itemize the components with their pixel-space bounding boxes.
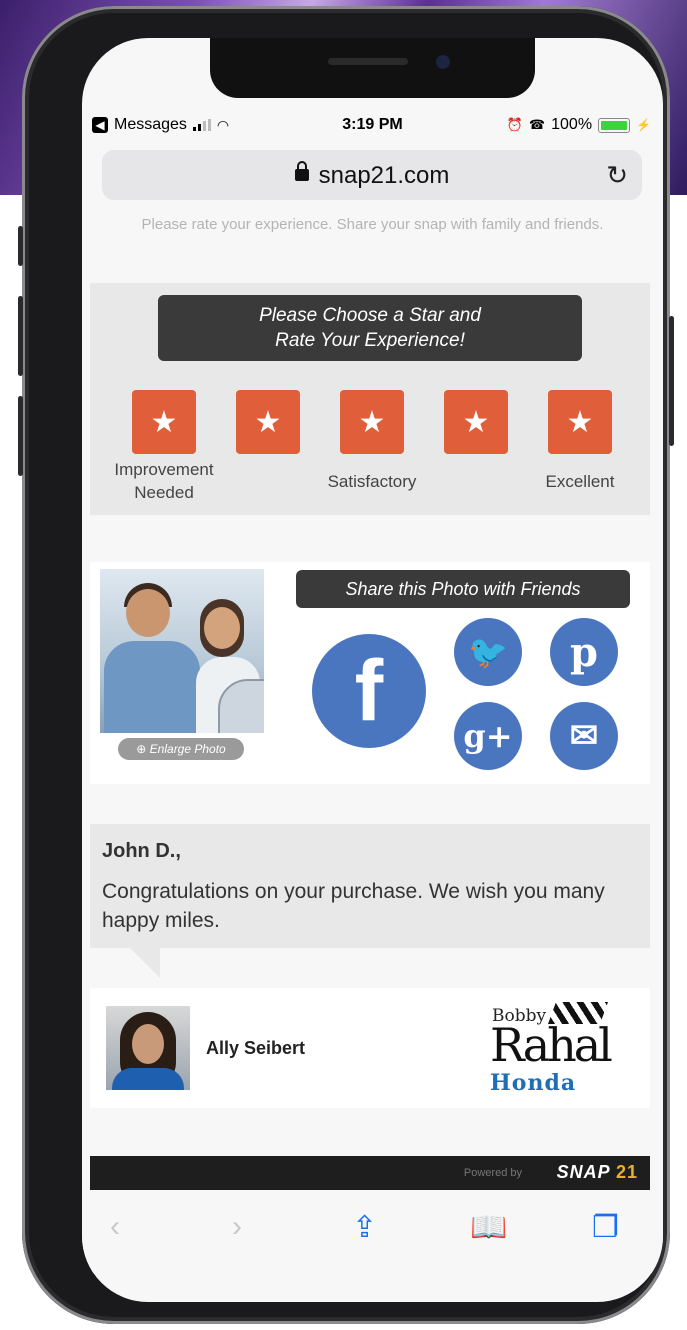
customer-photo[interactable]: [100, 569, 264, 733]
page-tagline: Please rate your experience. Share your …: [141, 216, 604, 233]
enlarge-photo-label: Enlarge Photo: [149, 742, 226, 756]
powered-by-bar: Powered by SNAP 21: [90, 1156, 650, 1190]
star-button-3[interactable]: ★: [340, 390, 404, 454]
agent-avatar: [106, 1006, 190, 1090]
email-icon[interactable]: ✉: [550, 702, 618, 770]
address-bar[interactable]: snap21.com ↻: [102, 150, 642, 200]
phone-frame: ◀ Messages ◠ 3:19 PM ⏰ ☎ 100% ⚡ snap21.c…: [18, 6, 674, 1324]
share-heading: Share this Photo with Friends: [296, 570, 630, 608]
tabs-icon[interactable]: ❐: [592, 1210, 619, 1245]
tty-icon: ☎: [528, 117, 546, 132]
power-button: [669, 316, 674, 446]
star-icon: ★: [254, 405, 282, 439]
photo-figure: [104, 641, 200, 733]
dealer-logo-line2: Rahal: [490, 1018, 613, 1072]
bookmarks-icon[interactable]: 📖: [470, 1210, 507, 1245]
agent-name: Ally Seibert: [206, 1038, 306, 1058]
avatar-shirt: [112, 1068, 184, 1090]
pinterest-icon[interactable]: p: [550, 618, 618, 686]
twitter-icon[interactable]: 🐦: [454, 618, 522, 686]
rating-panel: Please Choose a Star and Rate Your Exper…: [90, 283, 650, 515]
notch: [210, 38, 535, 98]
enlarge-photo-button[interactable]: ⊕ Enlarge Photo: [118, 738, 244, 760]
photo-figure: [126, 589, 170, 637]
safari-toolbar: ‹ › ⇪ 📖 ❐: [82, 1194, 663, 1274]
status-right: ⏰ ☎ 100% ⚡: [507, 116, 651, 134]
forward-chevron-icon[interactable]: ›: [232, 1210, 242, 1244]
star-icon: ★: [358, 405, 386, 439]
powered-by-label: Powered by: [463, 1167, 522, 1179]
back-chevron-icon[interactable]: ‹: [110, 1210, 120, 1244]
front-camera: [436, 55, 450, 69]
reload-icon[interactable]: ↻: [606, 160, 628, 191]
status-bar: ◀ Messages ◠ 3:19 PM ⏰ ☎ 100% ⚡: [82, 112, 663, 142]
facebook-icon[interactable]: f: [312, 634, 426, 748]
url-display[interactable]: snap21.com: [102, 160, 642, 190]
dealer-logo-line3: Honda: [490, 1070, 577, 1096]
snap21-logo[interactable]: SNAP 21: [557, 1162, 638, 1183]
charging-icon: ⚡: [636, 118, 651, 132]
share-panel: ⊕ Enlarge Photo Share this Photo with Fr…: [90, 562, 650, 784]
rating-heading: Please Choose a Star and Rate Your Exper…: [158, 295, 582, 361]
star-button-2[interactable]: ★: [236, 390, 300, 454]
lock-icon: [294, 160, 309, 181]
battery-icon: [598, 117, 631, 133]
rating-label-low: Improvement Needed: [114, 460, 214, 502]
star-icon: ★: [150, 405, 178, 439]
message-bubble: John D., Congratulations on your purchas…: [90, 824, 650, 948]
dealer-logo: Bobby Rahal Honda: [488, 1000, 618, 1096]
snap21-logo-text: SNAP: [556, 1162, 610, 1182]
mute-switch: [18, 226, 23, 266]
volume-down-button: [18, 396, 23, 476]
google-plus-icon[interactable]: g+: [454, 702, 522, 770]
star-icon: ★: [462, 405, 490, 439]
agent-row: Ally Seibert Bobby Rahal Honda: [90, 988, 650, 1108]
message-bubble-tail: [130, 948, 160, 978]
star-button-4[interactable]: ★: [444, 390, 508, 454]
star-button-1[interactable]: ★: [132, 390, 196, 454]
rating-label-mid: Satisfactory: [327, 472, 417, 491]
share-icon[interactable]: ⇪: [352, 1210, 377, 1245]
avatar-face: [132, 1024, 164, 1064]
star-button-5[interactable]: ★: [548, 390, 612, 454]
battery-percent: 100%: [551, 116, 593, 133]
plus-circle-icon: ⊕: [136, 742, 147, 756]
message-recipient: John D.,: [102, 840, 181, 862]
photo-figure: [204, 607, 240, 649]
url-text: snap21.com: [318, 162, 450, 189]
message-body: Congratulations on your purchase. We wis…: [102, 880, 605, 932]
rating-label-high: Excellent: [545, 472, 615, 491]
alarm-icon: ⏰: [506, 117, 523, 132]
volume-up-button: [18, 296, 23, 376]
snap21-logo-number: 21: [615, 1162, 638, 1182]
screen: ◀ Messages ◠ 3:19 PM ⏰ ☎ 100% ⚡ snap21.c…: [82, 38, 663, 1302]
speaker: [328, 58, 408, 65]
star-icon: ★: [566, 405, 594, 439]
